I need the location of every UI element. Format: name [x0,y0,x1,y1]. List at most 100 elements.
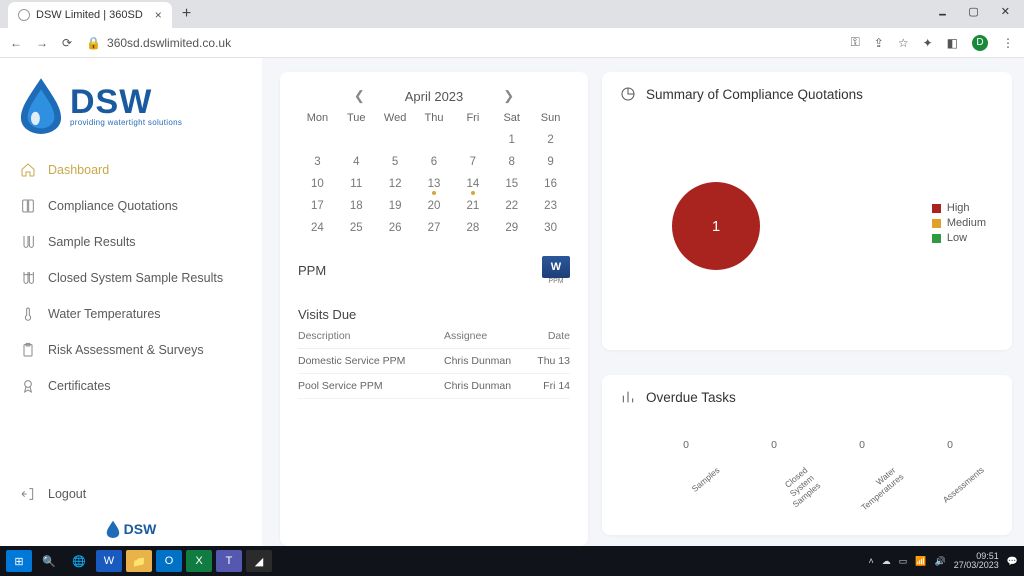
sidebar-item-sample-results[interactable]: Sample Results [14,224,248,260]
calendar-day[interactable]: 28 [453,222,492,234]
calendar-day[interactable]: 30 [531,222,570,234]
visits-cell-description: Domestic Service PPM [298,355,444,367]
visits-row[interactable]: Domestic Service PPMChris DunmanThu 13 [298,349,570,374]
calendar-day[interactable]: 3 [298,156,337,168]
tray-clock[interactable]: 09:51 27/03/2023 [954,552,999,571]
word-document-button[interactable]: W PPM [542,256,570,285]
browser-tab[interactable]: DSW Limited | 360SD × [8,2,172,28]
browser-toolbar: ← → ⟳ 🔒 360sd.dswlimited.co.uk ⚿ ⇪ ☆ ✦ ◧… [0,28,1024,58]
taskbar-chrome-icon[interactable]: 🌐 [66,550,92,572]
browser-tab-strip: DSW Limited | 360SD × + 🗕 ▢ ✕ [0,0,1024,28]
calendar-day[interactable]: 13 [415,178,454,190]
calendar-day[interactable]: 10 [298,178,337,190]
calendar-day[interactable]: 18 [337,200,376,212]
star-icon[interactable]: ☆ [898,36,909,50]
calendar-day[interactable]: 21 [453,200,492,212]
forward-button[interactable]: → [36,36,48,50]
word-icon: W [542,256,570,278]
window-minimize-icon[interactable]: 🗕 [939,5,947,24]
visits-col-date: Date [524,330,570,342]
start-button[interactable]: ⊞ [6,550,32,572]
window-controls: 🗕 ▢ ✕ [939,5,1024,24]
calendar-dow: Thu [415,112,454,124]
calendar-day[interactable]: 27 [415,222,454,234]
calendar-day[interactable]: 12 [376,178,415,190]
sidebar-item-dashboard[interactable]: Dashboard [14,152,248,188]
logout-button[interactable]: Logout [14,476,248,512]
calendar-day[interactable]: 1 [492,134,531,146]
calendar-day[interactable]: 25 [337,222,376,234]
calendar-day[interactable]: 19 [376,200,415,212]
droplet-icon [106,520,120,538]
calendar-day[interactable]: 2 [531,134,570,146]
sidebar-item-label: Risk Assessment & Surveys [48,343,204,357]
kebab-menu-icon[interactable]: ⋮ [1002,36,1014,50]
calendar-day[interactable]: 11 [337,178,376,190]
calendar-day[interactable]: 23 [531,200,570,212]
tray-notifications-icon[interactable]: 💬 [1007,556,1018,567]
taskbar-outlook-icon[interactable]: O [156,550,182,572]
window-close-icon[interactable]: ✕ [1001,5,1010,24]
calendar-day[interactable]: 20 [415,200,454,212]
sidebar-item-compliance-quotations[interactable]: Compliance Quotations [14,188,248,224]
profile-avatar[interactable]: D [972,35,988,51]
footer-brand-text: DSW [124,521,157,537]
sidebar-item-certificates[interactable]: Certificates [14,368,248,404]
taskbar-explorer-icon[interactable]: 📁 [126,550,152,572]
panel-icon[interactable]: ◧ [947,36,958,50]
summary-card: Summary of Compliance Quotations 1 HighM… [602,72,1012,350]
tray-wifi-icon[interactable]: 📶 [915,556,926,567]
taskbar-photos-icon[interactable]: ◢ [246,550,272,572]
calendar-day[interactable]: 8 [492,156,531,168]
legend-item: Low [932,232,986,244]
taskbar-teams-icon[interactable]: T [216,550,242,572]
key-icon[interactable]: ⚿ [851,35,860,50]
tray-date: 27/03/2023 [954,561,999,570]
reload-button[interactable]: ⟳ [62,36,72,50]
sidebar-item-risk-assessment-surveys[interactable]: Risk Assessment & Surveys [14,332,248,368]
calendar-day[interactable]: 22 [492,200,531,212]
certificate-icon [20,378,36,394]
taskbar-word-icon[interactable]: W [96,550,122,572]
calendar-next-button[interactable]: ❯ [503,88,514,104]
calendar-day[interactable]: 17 [298,200,337,212]
overdue-value: 0 [947,439,953,451]
taskbar-search-icon[interactable]: 🔍 [36,550,62,572]
system-tray[interactable]: ˄ ☁ ▭ 📶 🔊 09:51 27/03/2023 💬 [869,552,1018,571]
calendar-day[interactable]: 15 [492,178,531,190]
calendar-prev-button[interactable]: ❮ [354,88,365,104]
calendar-day[interactable]: 16 [531,178,570,190]
calendar-day[interactable]: 5 [376,156,415,168]
calendar-day[interactable]: 9 [531,156,570,168]
tray-volume-icon[interactable]: 🔊 [935,556,946,567]
calendar-day[interactable]: 24 [298,222,337,234]
tray-chevron-icon[interactable]: ˄ [869,556,874,566]
pie-center-value: 1 [672,182,760,270]
tab-close-icon[interactable]: × [155,8,162,22]
sidebar-item-water-temperatures[interactable]: Water Temperatures [14,296,248,332]
calendar-day[interactable]: 14 [453,178,492,190]
calendar-day[interactable]: 4 [337,156,376,168]
legend-label: Low [947,232,967,244]
overdue-title: Overdue Tasks [646,390,736,405]
new-tab-button[interactable]: + [182,5,191,23]
tray-battery-icon[interactable]: ▭ [899,556,908,567]
calendar-day[interactable]: 7 [453,156,492,168]
overdue-label: Samples [677,465,722,505]
taskbar-excel-icon[interactable]: X [186,550,212,572]
extensions-icon[interactable]: ✦ [923,36,933,50]
back-button[interactable]: ← [10,36,22,50]
sidebar-item-closed-system-sample-results[interactable]: Closed System Sample Results [14,260,248,296]
sidebar: DSW providing watertight solutions Dashb… [0,58,262,546]
calendar-day [337,134,376,146]
calendar-day[interactable]: 6 [415,156,454,168]
address-bar[interactable]: 🔒 360sd.dswlimited.co.uk [86,36,231,50]
tray-cloud-icon[interactable]: ☁ [882,556,891,567]
pie-chart-icon [620,86,636,102]
calendar-month-label: April 2023 [405,89,464,104]
window-maximize-icon[interactable]: ▢ [968,5,978,24]
share-icon[interactable]: ⇪ [874,36,884,50]
visits-row[interactable]: Pool Service PPMChris DunmanFri 14 [298,374,570,399]
calendar-day[interactable]: 26 [376,222,415,234]
calendar-day[interactable]: 29 [492,222,531,234]
